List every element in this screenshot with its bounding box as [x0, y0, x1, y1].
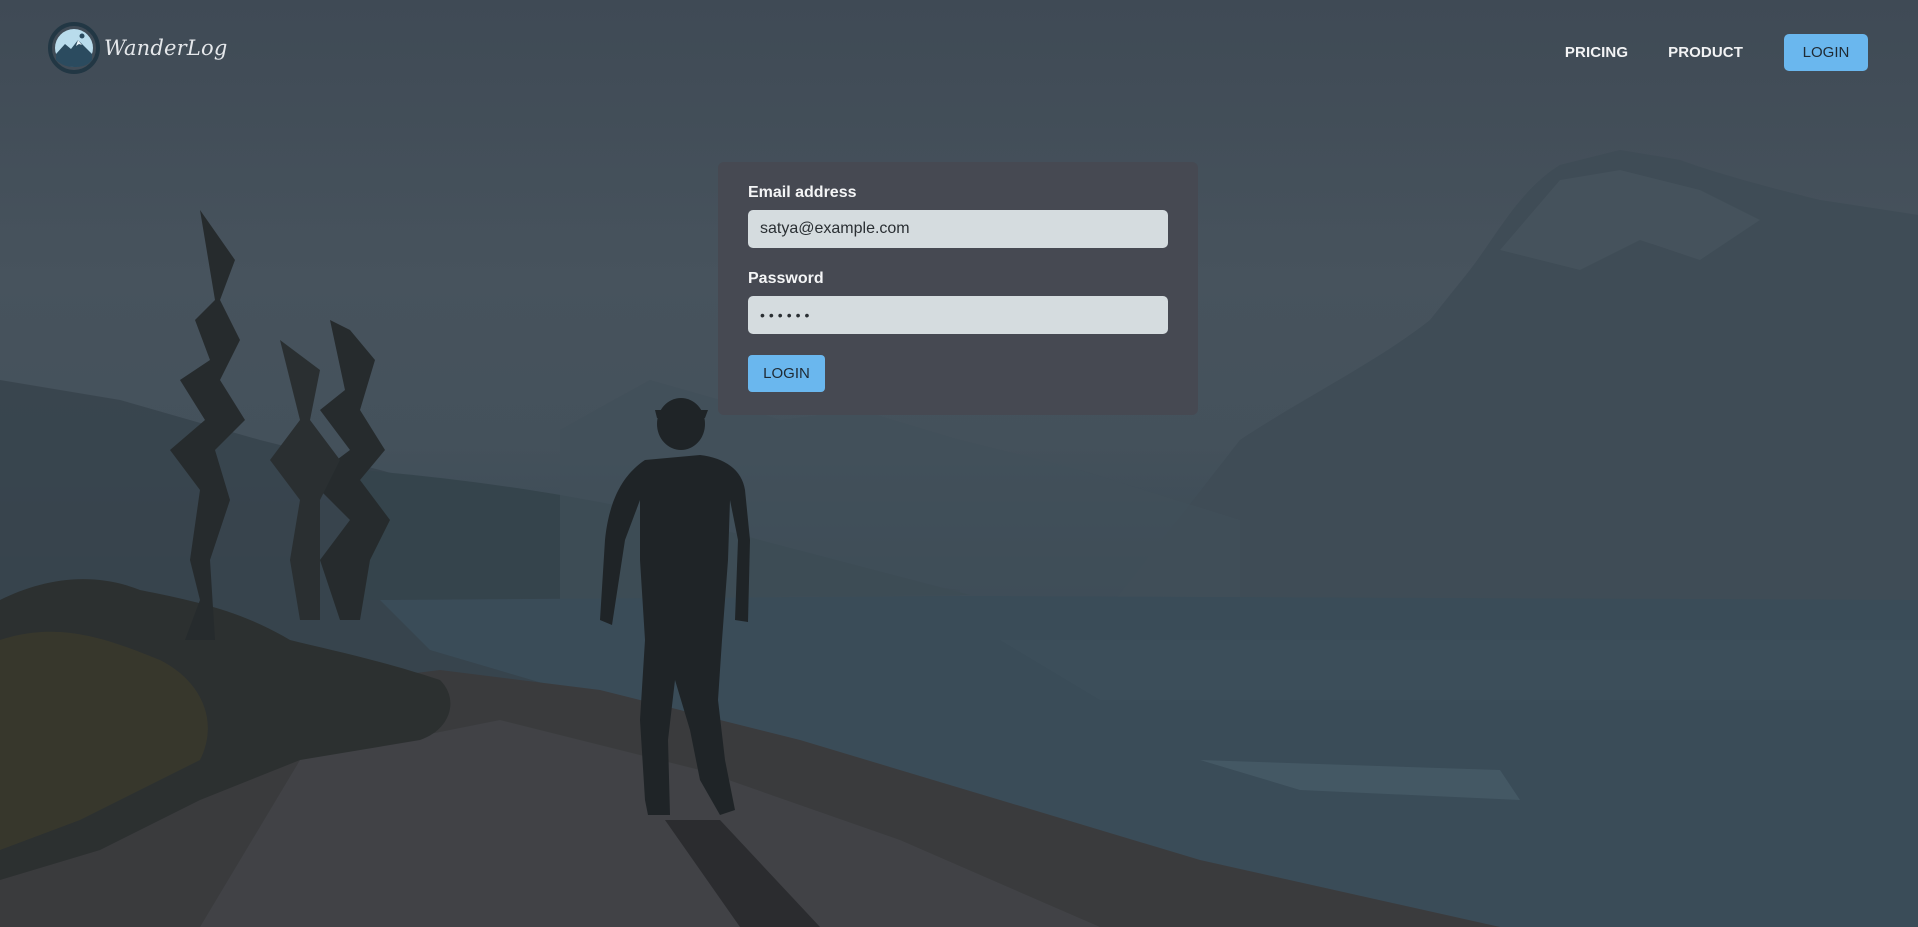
login-page: WanderLog PRICING PRODUCT LOGIN Email ad… [0, 0, 1918, 927]
login-form: Email address Password LOGIN [718, 162, 1198, 415]
nav-link-pricing[interactable]: PRICING [1565, 44, 1628, 61]
background-photo [0, 150, 1918, 927]
password-field-group: Password [748, 270, 1168, 334]
brand-logo[interactable]: WanderLog [48, 22, 228, 74]
login-submit-button[interactable]: LOGIN [748, 355, 825, 392]
main-nav: PRICING PRODUCT LOGIN [1565, 34, 1868, 71]
email-field[interactable] [748, 210, 1168, 248]
nav-link-product[interactable]: PRODUCT [1668, 44, 1743, 61]
brand-name: WanderLog [104, 36, 228, 60]
email-field-group: Email address [748, 184, 1168, 248]
nav-login-button[interactable]: LOGIN [1784, 34, 1868, 71]
password-label: Password [748, 270, 824, 287]
password-field[interactable] [748, 296, 1168, 334]
email-label: Email address [748, 184, 857, 201]
mountain-logo-icon [48, 22, 100, 74]
